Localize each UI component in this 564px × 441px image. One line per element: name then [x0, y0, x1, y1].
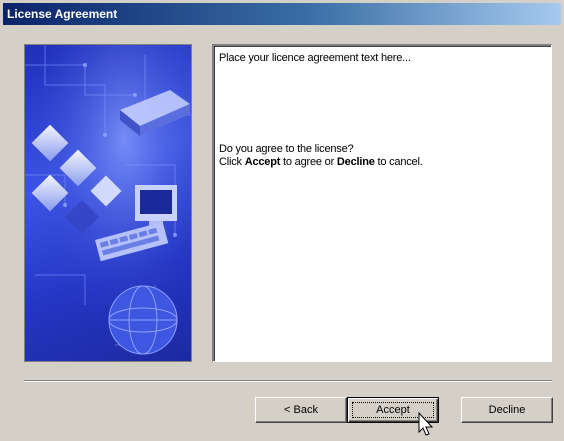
license-placeholder-text: Place your licence agreement text here..… [219, 52, 411, 64]
decline-button[interactable]: Decline [461, 397, 553, 423]
license-question: Do you agree to the license? [219, 143, 354, 155]
instruction-accept-word: Accept [244, 156, 281, 168]
back-button[interactable]: < Back [255, 397, 347, 423]
instruction-decline-word: Decline [336, 156, 375, 168]
instruction-prefix: Click [219, 156, 245, 168]
license-instruction: Click Accept to agree or Decline to canc… [219, 156, 546, 169]
window-title: License Agreement [3, 3, 561, 25]
license-dialog: License Agreement Place your licence agr… [0, 0, 564, 441]
pointer-hand-icon [418, 412, 434, 436]
side-artwork-image [24, 44, 192, 362]
accept-button-label: Accept [376, 404, 410, 416]
instruction-suffix: to cancel. [374, 156, 423, 168]
license-text-area[interactable]: Place your licence agreement text here..… [212, 44, 552, 362]
button-area-separator [24, 380, 552, 382]
instruction-middle: to agree or [280, 156, 337, 168]
